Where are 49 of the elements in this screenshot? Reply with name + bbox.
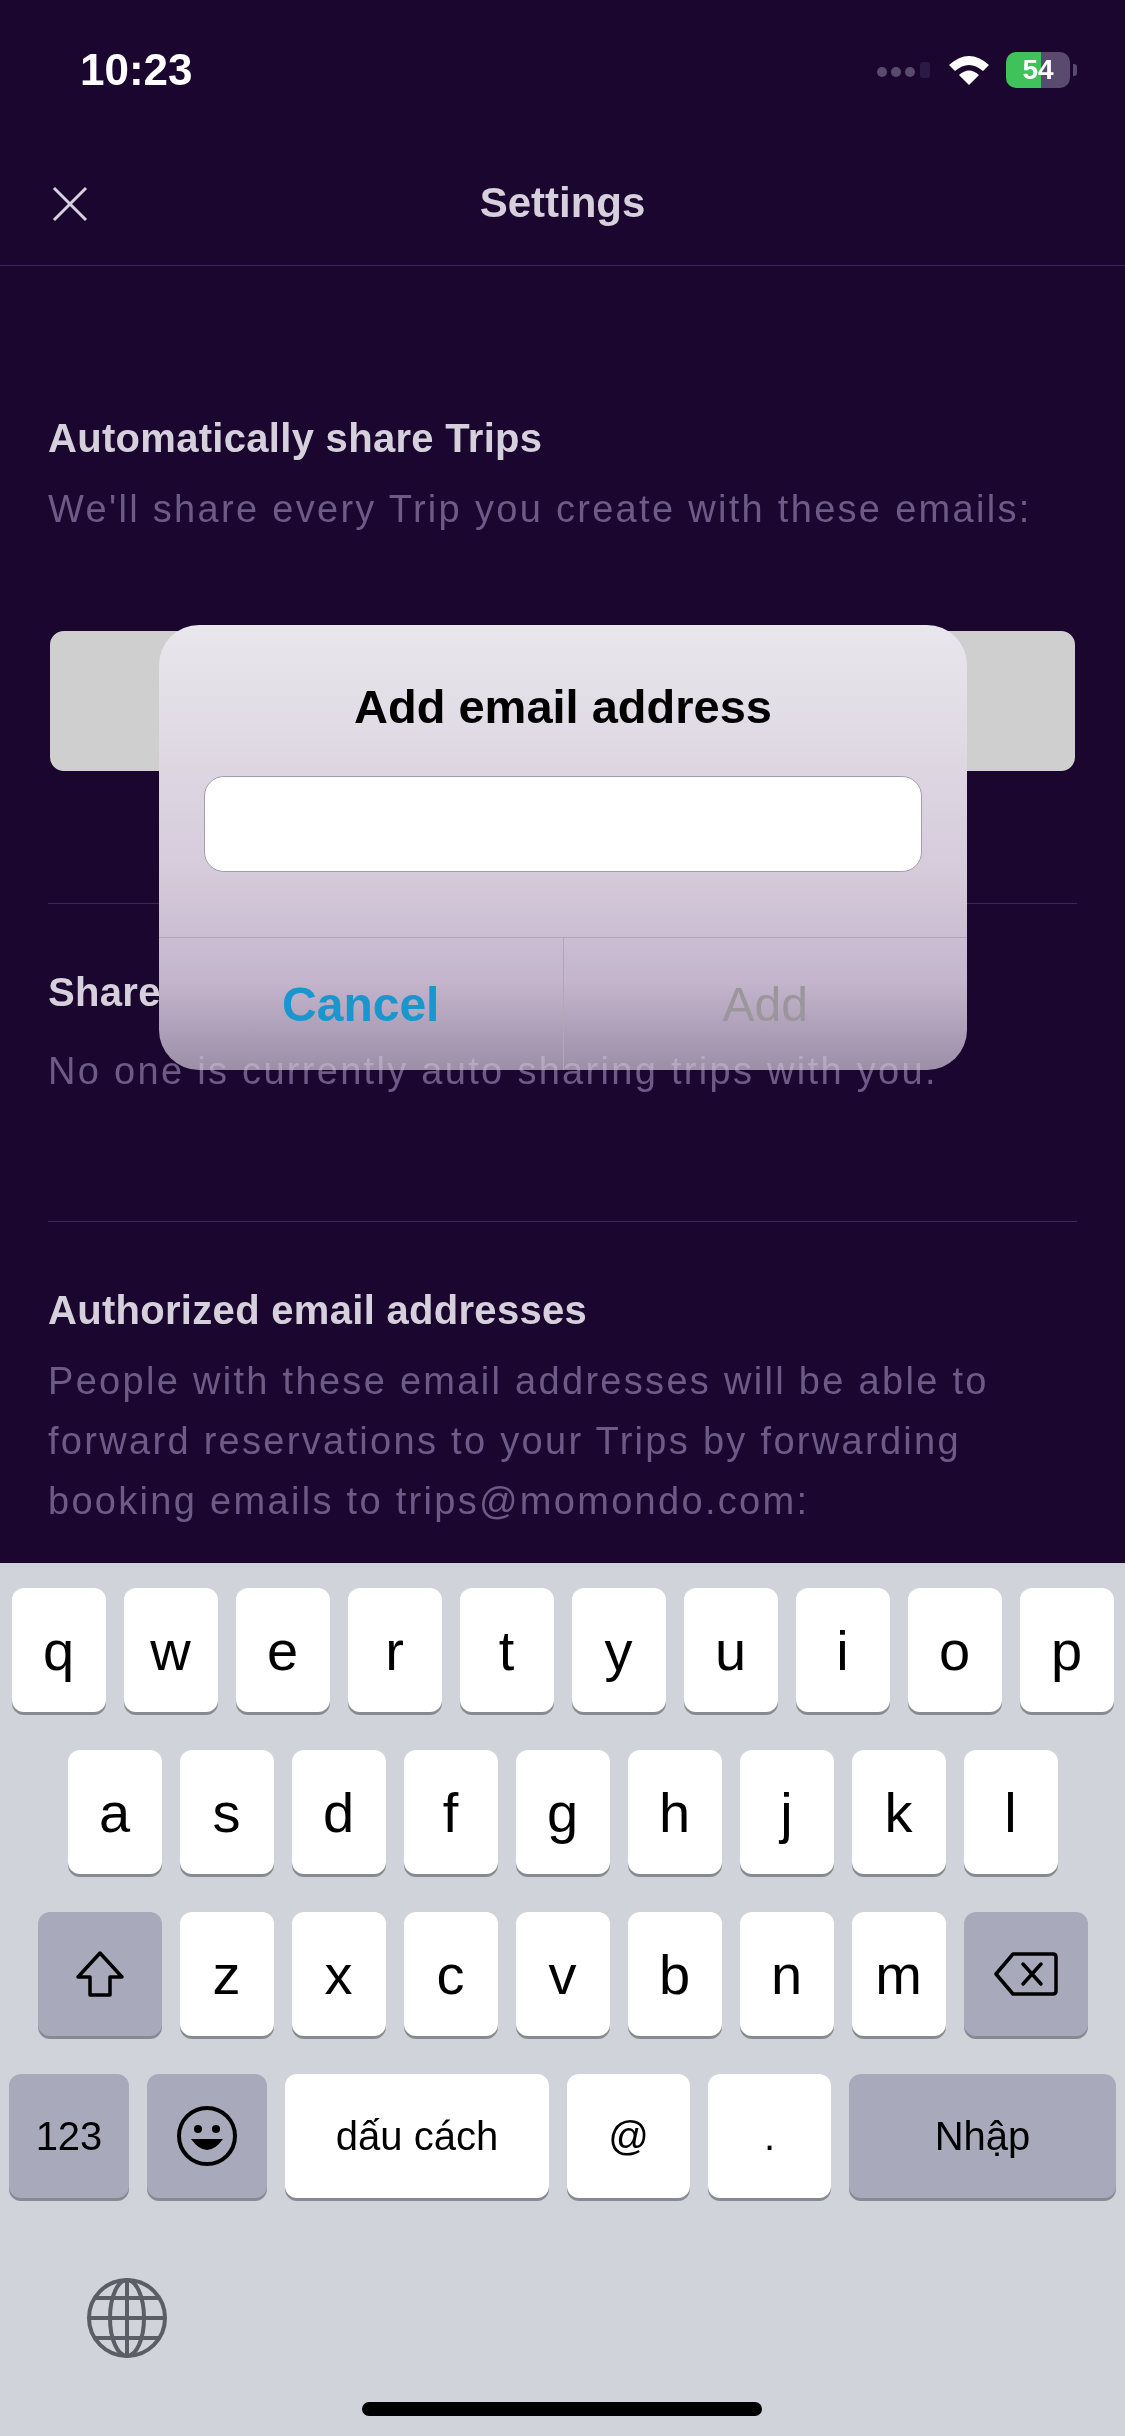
keyboard-key[interactable]: p	[1019, 1588, 1114, 1712]
keyboard-key[interactable]: u	[683, 1588, 778, 1712]
dialog-title: Add email address	[353, 679, 773, 734]
smiley-icon	[176, 2105, 238, 2167]
keyboard-key[interactable]: x	[291, 1912, 386, 2036]
email-input-field[interactable]	[204, 776, 922, 872]
keyboard-key[interactable]: y	[571, 1588, 666, 1712]
signal-icon	[876, 62, 932, 78]
keyboard-key[interactable]: v	[515, 1912, 610, 2036]
keyboard-key[interactable]: b	[627, 1912, 722, 2036]
keyboard-key[interactable]: g	[515, 1750, 610, 1874]
keyboard-key[interactable]: w	[123, 1588, 218, 1712]
keyboard-key[interactable]: m	[851, 1912, 946, 2036]
keyboard-key[interactable]: l	[963, 1750, 1058, 1874]
keyboard-key[interactable]: s	[179, 1750, 274, 1874]
section-title: Authorized email addresses	[48, 1288, 588, 1333]
globe-icon[interactable]	[85, 2276, 169, 2360]
section-title: Share	[48, 970, 161, 1015]
page-title: Settings	[479, 178, 646, 227]
section-description: We'll share every Trip you create with these emails:	[48, 487, 1033, 532]
return-key[interactable]: Nhập	[849, 2074, 1116, 2198]
delete-key[interactable]	[963, 1912, 1088, 2036]
keyboard-key[interactable]: .	[708, 2074, 831, 2198]
keyboard-key[interactable]: t	[459, 1588, 554, 1712]
shift-arrow-icon	[73, 1949, 126, 1999]
status-time: 10:23	[80, 45, 193, 95]
keyboard-key[interactable]: f	[403, 1750, 498, 1874]
close-button[interactable]	[52, 186, 88, 222]
keyboard-key[interactable]: r	[347, 1588, 442, 1712]
shift-key[interactable]	[37, 1912, 162, 2036]
emoji-key[interactable]	[147, 2074, 267, 2198]
keyboard-key[interactable]: a	[67, 1750, 162, 1874]
backspace-icon	[992, 1951, 1059, 1997]
keyboard-key[interactable]: k	[851, 1750, 946, 1874]
keyboard-key[interactable]: n	[739, 1912, 834, 2036]
space-key[interactable]: dấu cách	[285, 2074, 549, 2198]
keyboard-key[interactable]: z	[179, 1912, 274, 2036]
section-title: Automatically share Trips	[48, 416, 543, 461]
numbers-key[interactable]: 123	[9, 2074, 129, 2198]
keyboard-key[interactable]: @	[567, 2074, 690, 2198]
keyboard-key[interactable]: d	[291, 1750, 386, 1874]
keyboard-key[interactable]: h	[627, 1750, 722, 1874]
section-description: People with these email addresses will be able to forward reservations to your Trips by forwarding booking emails to trips@momondo.com:	[48, 1359, 990, 1524]
keyboard-key[interactable]: q	[11, 1588, 106, 1712]
keyboard-key[interactable]: e	[235, 1588, 330, 1712]
keyboard-key[interactable]: o	[907, 1588, 1002, 1712]
keyboard-key[interactable]: i	[795, 1588, 890, 1712]
keyboard-key[interactable]: j	[739, 1750, 834, 1874]
keyboard-key[interactable]: c	[403, 1912, 498, 2036]
